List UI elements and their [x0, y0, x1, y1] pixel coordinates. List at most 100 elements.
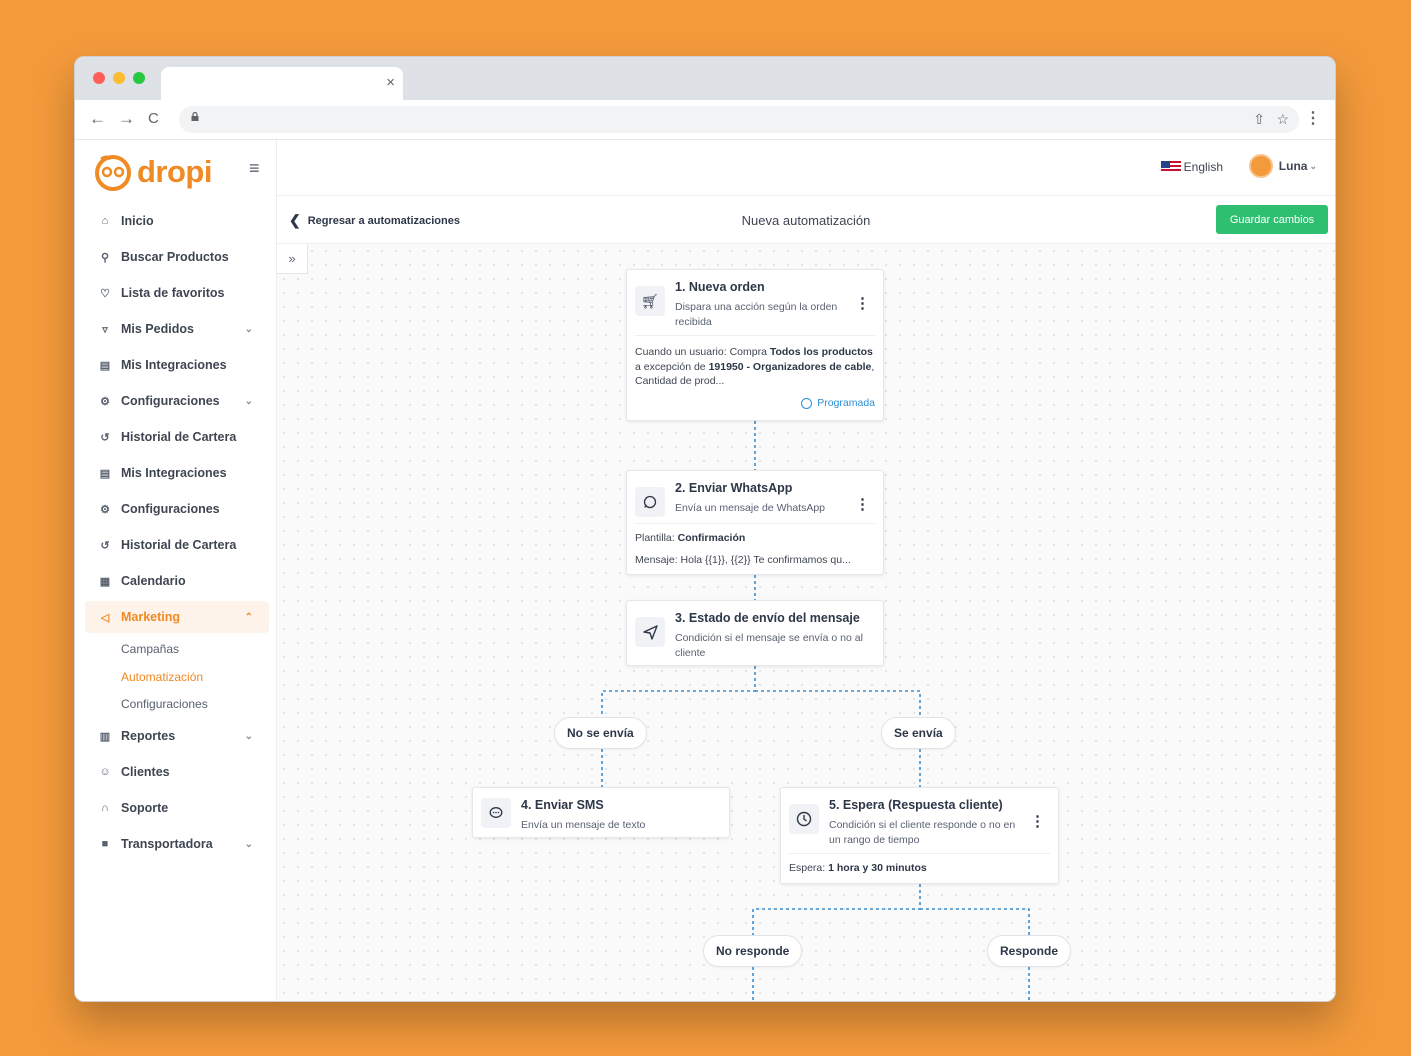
brand-name: dropi [137, 154, 213, 189]
sidebar-item-label: Clientes [121, 765, 170, 779]
bookmark-star-icon[interactable]: ☆ [1276, 111, 1289, 128]
browser-toolbar: ← → C ⇧ ☆ ⋮ [75, 100, 1335, 140]
sidebar-item-buscar-productos[interactable]: ⚲ Buscar Productos [85, 241, 269, 273]
chevron-down-icon: ⌄ [1309, 160, 1317, 171]
sidebar-item-label: Inicio [121, 214, 154, 228]
flow-canvas[interactable]: » 🛒︎ 1. Nueva orden Dispara una acción s… [277, 244, 1335, 1001]
flow-node-enviar-sms[interactable]: 4. Enviar SMS Envía un mensaje de texto [472, 787, 730, 838]
node-description: Envía un mensaje de texto [521, 819, 646, 831]
scheduled-badge: Programada [801, 397, 875, 409]
flow-node-estado-envio[interactable]: 3. Estado de envío del mensaje Condición… [626, 600, 884, 666]
save-changes-button[interactable]: Guardar cambios [1216, 205, 1328, 234]
node-divider [635, 523, 875, 524]
sidebar-item-label: Mis Pedidos [121, 322, 194, 336]
top-bar: English Luna ⌄ [277, 140, 1335, 196]
branch-no-responde[interactable]: No responde [703, 935, 803, 967]
sidebar-item-transportadora[interactable]: ■ Transportadora ⌄ [85, 828, 269, 860]
submenu-configuraciones[interactable]: Configuraciones [121, 697, 208, 711]
tab-close-icon[interactable]: × [386, 74, 395, 92]
sidebar-item-label: Mis Integraciones [121, 358, 227, 372]
sidebar-item-historial-cartera-2[interactable]: ↺ Historial de Cartera [85, 529, 269, 561]
user-name: Luna [1278, 159, 1308, 173]
close-window-button[interactable] [93, 72, 105, 84]
node-title: 3. Estado de envío del mensaje [675, 611, 860, 625]
forward-arrow-icon[interactable]: → [118, 109, 135, 129]
sidebar-item-mis-pedidos[interactable]: ▿ Mis Pedidos ⌄ [85, 313, 269, 345]
headset-icon: ∩ [101, 802, 109, 814]
chevron-down-icon: ⌄ [244, 730, 253, 742]
sidebar-item-historial-cartera[interactable]: ↺ Historial de Cartera [85, 421, 269, 453]
store-icon: ▤ [99, 359, 111, 372]
sidebar-item-soporte[interactable]: ∩ Soporte [85, 792, 269, 824]
sidebar-item-clientes[interactable]: ☺ Clientes [85, 756, 269, 788]
language-selector[interactable]: English [1160, 160, 1223, 174]
node-title: 4. Enviar SMS [521, 798, 604, 812]
flow-node-enviar-whatsapp[interactable]: 2. Enviar WhatsApp Envía un mensaje de W… [626, 470, 884, 575]
condition-products: Todos los productos [769, 346, 873, 358]
chevron-up-icon: ⌃ [244, 611, 253, 623]
sidebar-item-mis-integraciones[interactable]: ▤ Mis Integraciones [85, 349, 269, 381]
address-bar[interactable]: ⇧ ☆ [179, 106, 1299, 133]
sidebar-item-reportes[interactable]: ▥ Reportes ⌄ [85, 720, 269, 752]
sidebar-item-label: Mis Integraciones [121, 466, 227, 480]
sidebar-item-label: Soporte [121, 801, 169, 815]
language-label: English [1183, 160, 1223, 174]
sidebar-item-configuraciones-2[interactable]: ⚙ Configuraciones [85, 493, 269, 525]
whatsapp-icon [635, 487, 665, 517]
sidebar-item-configuraciones[interactable]: ⚙ Configuraciones ⌄ [85, 385, 269, 417]
sidebar-item-label: Lista de favoritos [121, 286, 225, 300]
node-divider [789, 853, 1050, 854]
hamburger-menu-icon[interactable]: ≡ [249, 158, 260, 179]
page-title: Nueva automatización [741, 213, 871, 228]
branch-no-se-envia[interactable]: No se envía [554, 717, 647, 749]
submenu-automatizacion[interactable]: Automatización [121, 670, 203, 684]
node-condition-text: Cuando un usuario: Compra Todos los prod… [635, 345, 875, 389]
wait-value: 1 hora y 30 minutos [828, 862, 927, 874]
sidebar-item-favoritos[interactable]: ♡ Lista de favoritos [85, 277, 269, 309]
sidebar-item-label: Calendario [121, 574, 186, 588]
tab-bar: × [75, 57, 1335, 100]
minimize-window-button[interactable] [113, 72, 125, 84]
flow-node-nueva-orden[interactable]: 🛒︎ 1. Nueva orden Dispara una acción seg… [626, 269, 884, 421]
node-options-icon[interactable]: ⋮ [855, 294, 870, 312]
flow-node-espera-respuesta[interactable]: 5. Espera (Respuesta cliente) Condición … [780, 787, 1059, 884]
wait-line: Espera: 1 hora y 30 minutos [789, 861, 1050, 876]
truck-icon: ■ [101, 838, 109, 850]
maximize-window-button[interactable] [133, 72, 145, 84]
back-arrow-icon[interactable]: ← [89, 109, 106, 129]
node-description: Condición si el cliente responde o no en… [829, 819, 1016, 846]
cart-icon: ▿ [102, 323, 108, 336]
branch-se-envia[interactable]: Se envía [881, 717, 956, 749]
browser-tab[interactable]: × [161, 67, 403, 100]
wait-label: Espera: [789, 862, 829, 874]
sidebar-item-calendario[interactable]: ▦ Calendario [85, 565, 269, 597]
gear-icon: ⚙ [100, 395, 110, 408]
chevron-down-icon: ⌄ [244, 395, 253, 407]
sidebar-item-label: Marketing [121, 610, 181, 624]
gear-icon: ⚙ [100, 503, 110, 516]
node-options-icon[interactable]: ⋮ [1030, 812, 1045, 830]
node-title: 2. Enviar WhatsApp [675, 481, 793, 495]
branch-responde[interactable]: Responde [987, 935, 1072, 967]
share-icon[interactable]: ⇧ [1253, 111, 1265, 128]
sidebar-item-mis-integraciones-2[interactable]: ▤ Mis Integraciones [85, 457, 269, 489]
node-description: Dispara una acción según la orden recibi… [675, 301, 838, 328]
send-icon [635, 617, 665, 647]
node-options-icon[interactable]: ⋮ [855, 495, 870, 513]
reload-icon[interactable]: C [148, 109, 159, 129]
node-description: Envía un mensaje de WhatsApp [675, 502, 826, 514]
sidebar-item-label: Configuraciones [121, 394, 220, 408]
browser-window: × ← → C ⇧ ☆ ⋮ dropi ≡ ⌂ Inicio ⚲ Buscar … [74, 56, 1336, 1002]
us-flag-icon [1160, 161, 1181, 173]
sidebar-item-label: Historial de Cartera [121, 430, 237, 444]
sidebar-item-marketing[interactable]: ◁ Marketing ⌃ [85, 601, 269, 633]
user-menu[interactable]: Luna ⌄ [1248, 154, 1317, 178]
dropi-logo[interactable]: dropi [93, 150, 213, 194]
sidebar-item-inicio[interactable]: ⌂ Inicio [85, 205, 269, 237]
submenu-campanas[interactable]: Campañas [121, 642, 179, 656]
message-preview: Mensaje: Hola {{1}}, {{2}} Te confirmamo… [635, 554, 851, 566]
home-icon: ⌂ [101, 215, 109, 227]
browser-menu-icon[interactable]: ⋮ [1305, 108, 1321, 128]
sidebar-item-label: Transportadora [121, 837, 213, 851]
automation-header: ❮ Regresar a automatizaciones Nueva auto… [277, 196, 1335, 244]
